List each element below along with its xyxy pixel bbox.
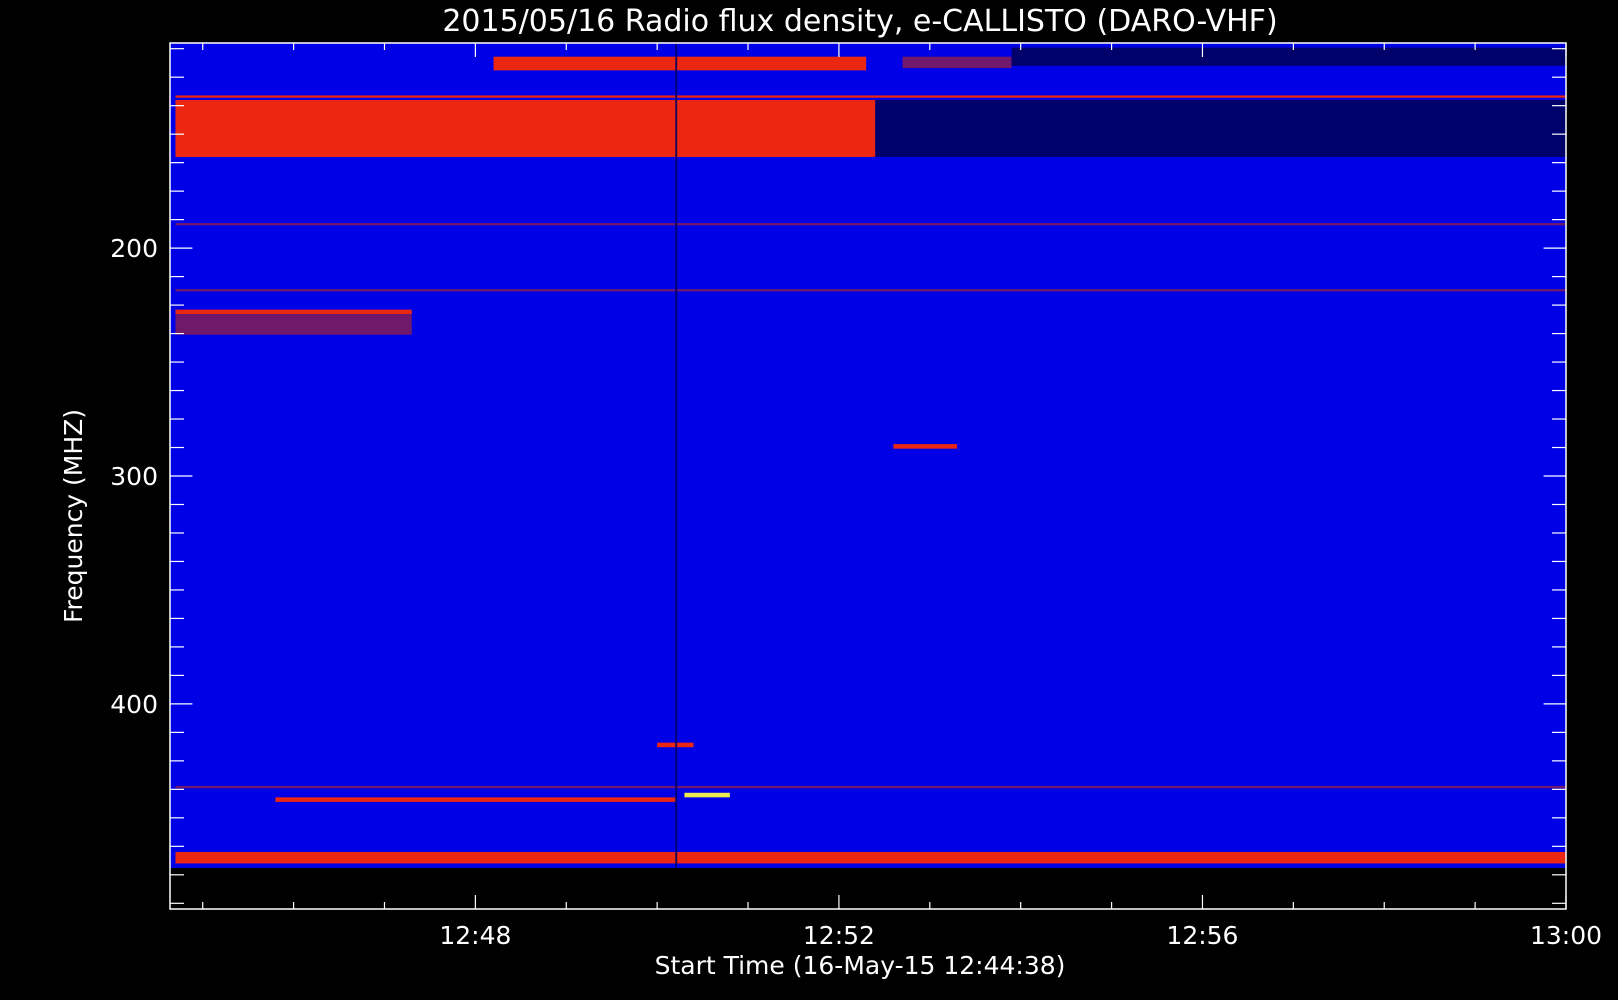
heatmap-feature-1	[875, 99, 1566, 157]
heatmap-feature-6	[175, 223, 1566, 226]
heatmap-feature-16	[675, 43, 678, 868]
heatmap-feature-3	[902, 56, 1012, 69]
x-tick-label: 12:52	[803, 921, 875, 950]
heatmap-feature-5	[175, 95, 1566, 98]
y-tick-label: 300	[110, 462, 158, 491]
x-axis-label: Start Time (16-May-15 12:44:38)	[655, 951, 1066, 980]
heatmap-feature-9	[175, 314, 412, 335]
heatmap-feature-0	[175, 99, 876, 157]
heatmap-feature-8	[175, 309, 412, 315]
heatmap-background	[170, 43, 1566, 868]
heatmap-feature-10	[893, 444, 958, 449]
heatmap-area	[170, 43, 1566, 868]
y-tick-label: 400	[110, 690, 158, 719]
y-axis-label: Frequency (MHZ)	[59, 409, 88, 623]
heatmap-feature-12	[684, 792, 730, 798]
y-tick-label: 200	[110, 234, 158, 263]
x-tick-label: 12:56	[1166, 921, 1238, 950]
x-tick-label: 13:00	[1530, 921, 1602, 950]
spectrogram-chart: 2015/05/16 Radio flux density, e-CALLIST…	[59, 4, 1602, 980]
heatmap-feature-2	[493, 56, 867, 71]
heatmap-feature-11	[657, 742, 694, 748]
x-tick-label: 12:48	[439, 921, 511, 950]
heatmap-feature-15	[175, 852, 1566, 864]
heatmap-feature-4	[1011, 47, 1566, 66]
chart-title: 2015/05/16 Radio flux density, e-CALLIST…	[442, 4, 1277, 39]
heatmap-feature-14	[175, 785, 1566, 789]
heatmap-feature-7	[175, 289, 1566, 292]
heatmap-feature-13	[275, 797, 676, 802]
